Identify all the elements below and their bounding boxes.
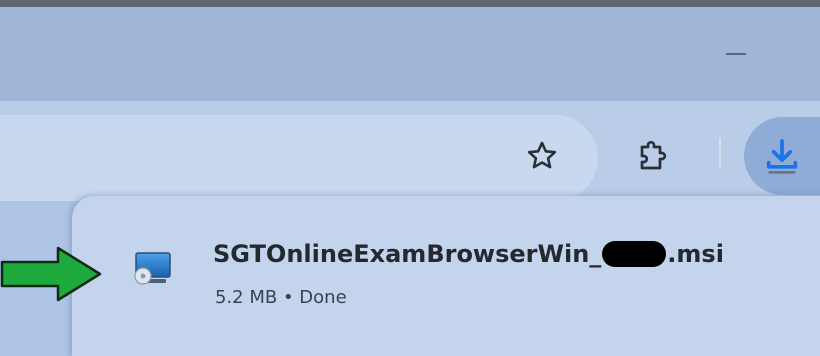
downloads-panel: [72, 196, 820, 356]
star-icon: [527, 141, 557, 169]
extensions-button[interactable]: [628, 130, 680, 182]
filename-suffix: .msi: [667, 240, 724, 268]
filename-prefix: SGTOnlineExamBrowserWin_: [213, 240, 602, 268]
green-arrow-icon: [0, 246, 102, 302]
download-item-filename[interactable]: SGTOnlineExamBrowserWin_ .msi: [213, 240, 724, 268]
puzzle-icon: [640, 140, 667, 170]
address-bar[interactable]: [0, 115, 598, 201]
redaction-blot: [602, 241, 667, 267]
minimize-button[interactable]: [722, 44, 750, 64]
downloads-button[interactable]: [744, 117, 820, 195]
window-top-border: [0, 0, 820, 7]
download-icon: [766, 139, 798, 174]
title-bar: [0, 7, 820, 101]
minimize-icon: [726, 53, 746, 55]
download-item-meta: 5.2 MB • Done: [215, 287, 347, 308]
installer-icon: [130, 249, 176, 289]
bookmark-button[interactable]: [518, 132, 566, 180]
toolbar-separator: [719, 138, 721, 168]
